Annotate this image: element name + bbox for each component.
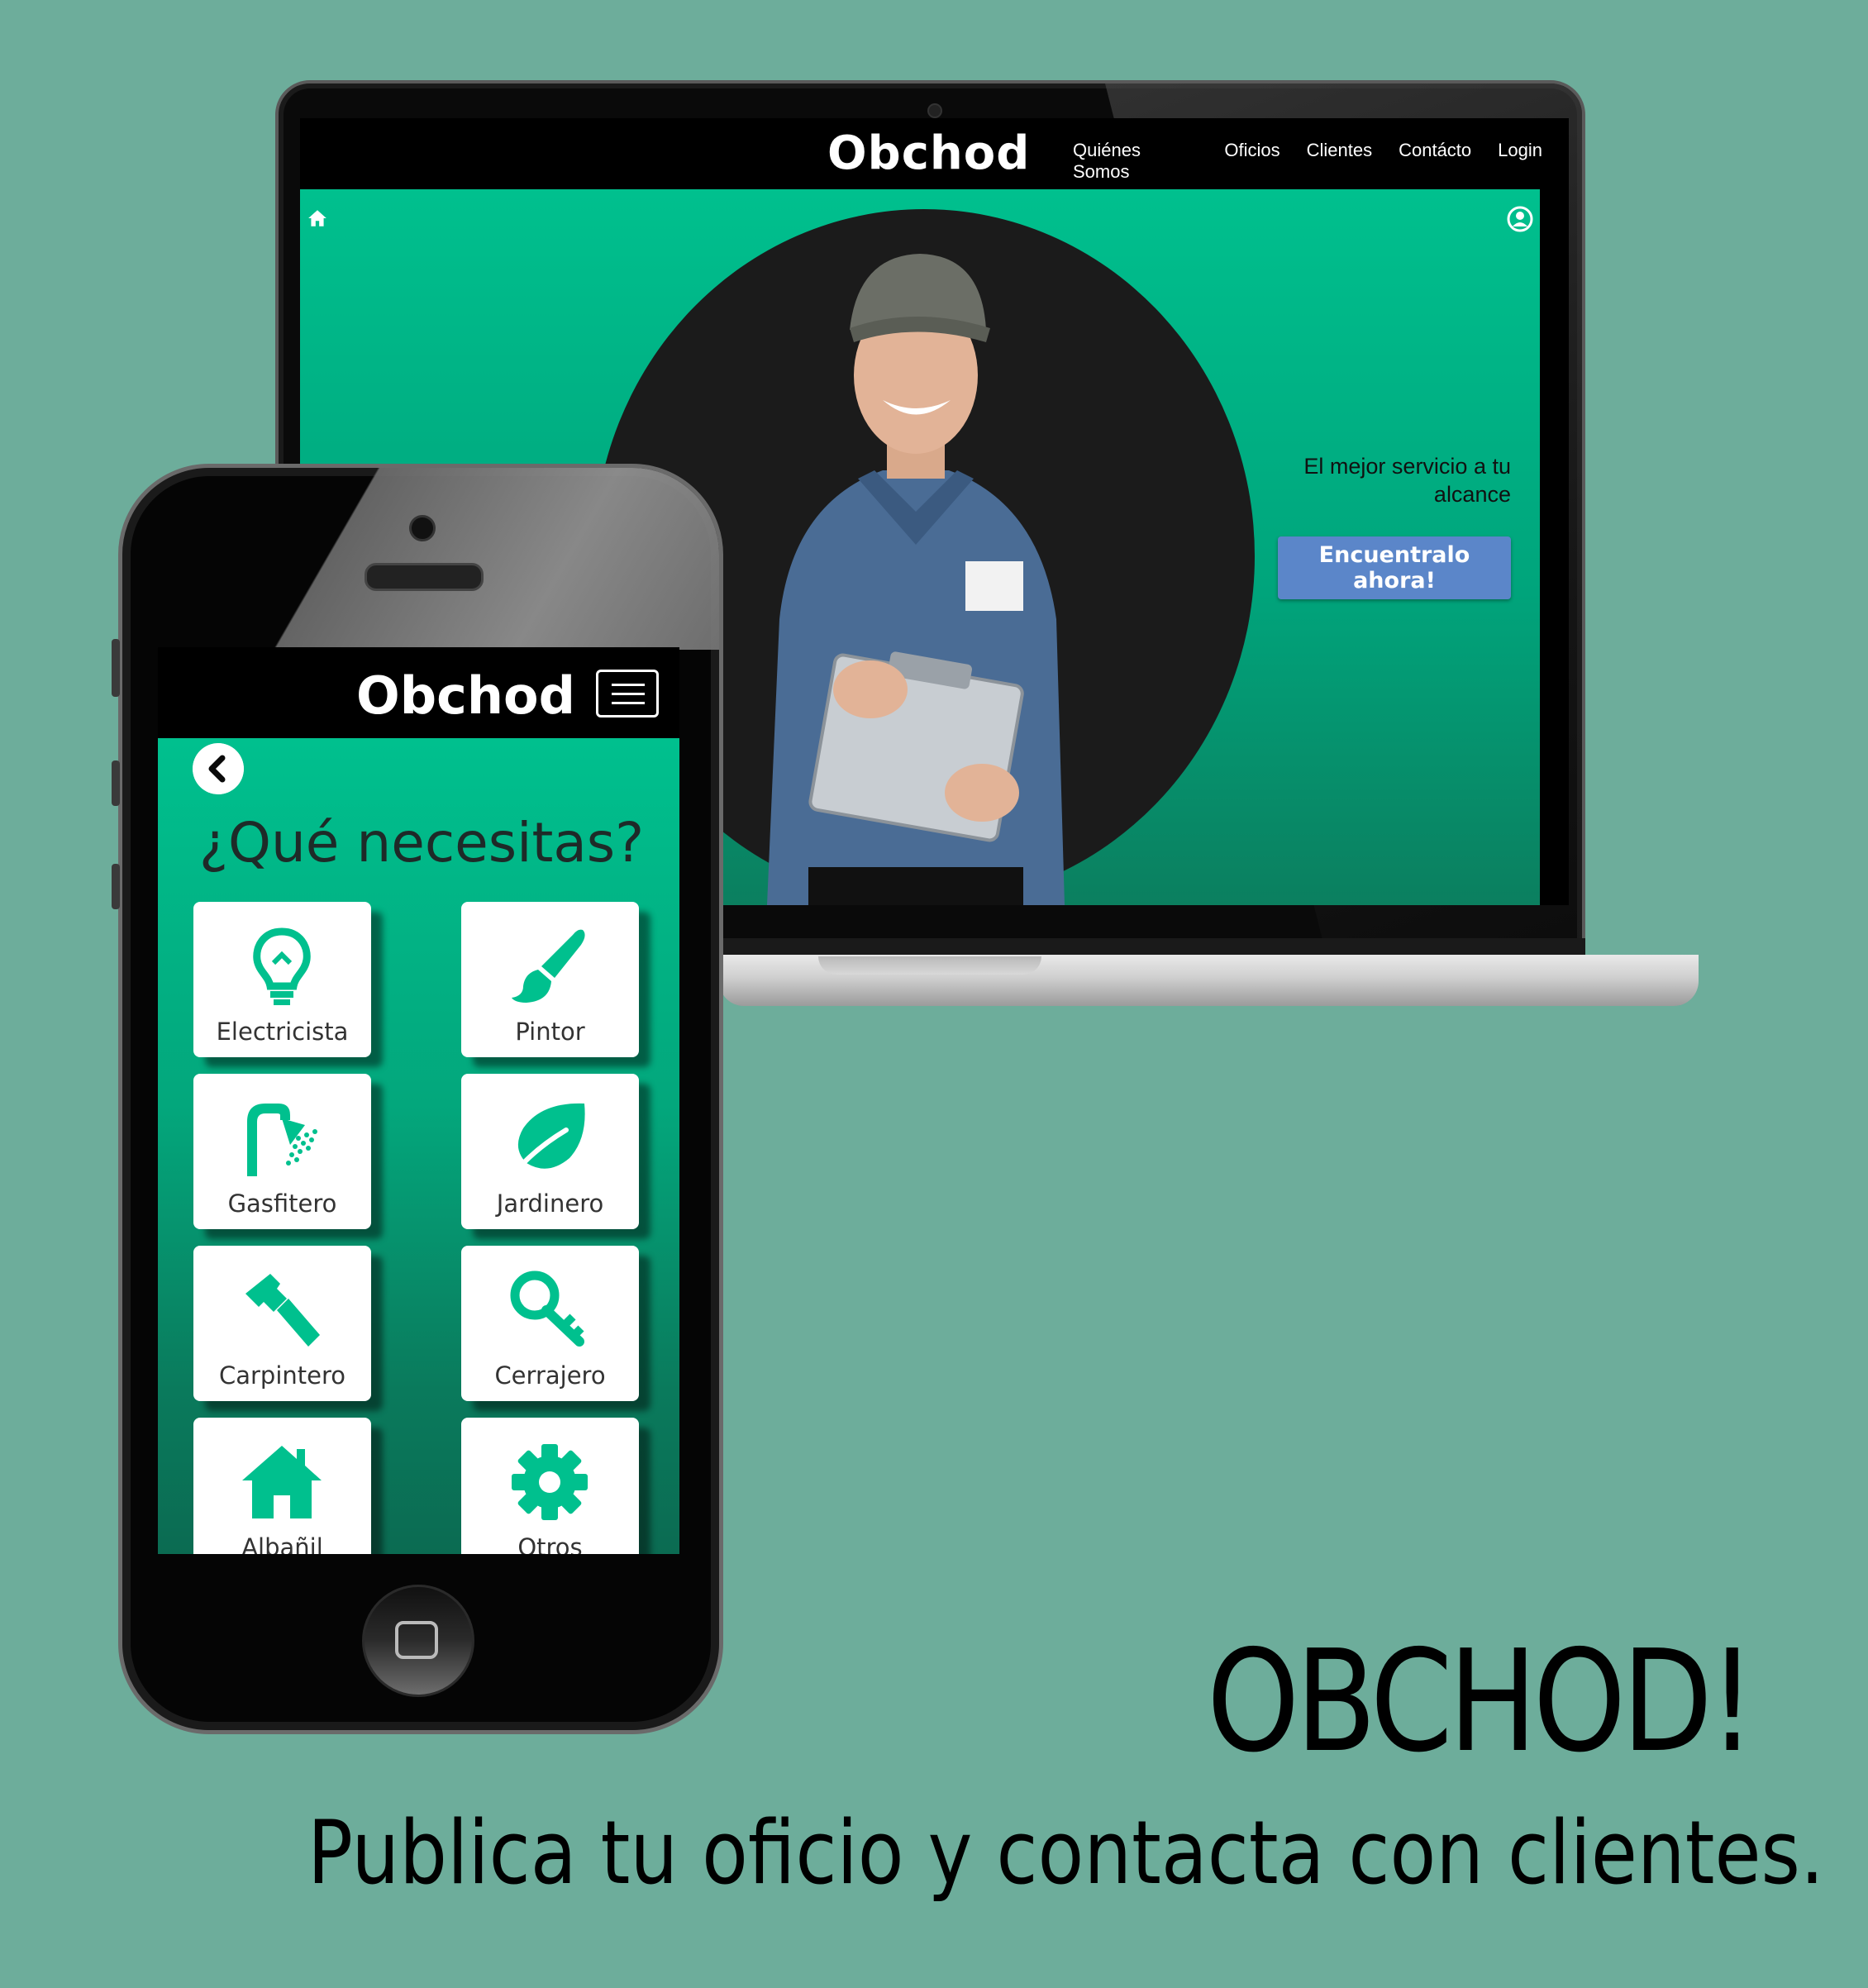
app-header: Obchod: [158, 647, 679, 738]
category-label: Gasfitero: [227, 1189, 337, 1218]
gear-icon: [512, 1444, 588, 1520]
find-now-button[interactable]: Encuentralo ahora!: [1278, 536, 1511, 599]
phone-mute-switch: [112, 639, 120, 697]
app-logo[interactable]: Obchod: [356, 665, 575, 726]
category-label: Carpintero: [218, 1361, 346, 1390]
category-card-electricista[interactable]: Electricista: [193, 902, 371, 1057]
phone-sheen: [122, 468, 719, 650]
category-label: Jardinero: [496, 1189, 604, 1218]
category-label: Albañil: [241, 1533, 323, 1554]
category-card-pintor[interactable]: Pintor: [461, 902, 639, 1057]
back-button[interactable]: [193, 743, 244, 794]
category-card-gasfitero[interactable]: Gasfitero: [193, 1074, 371, 1229]
phone-volume-down: [112, 864, 120, 909]
category-card-albanil[interactable]: Albañil: [193, 1418, 371, 1554]
home-icon[interactable]: [307, 207, 328, 229]
page-title: ¿Qué necesitas?: [199, 811, 645, 875]
phone-camera: [409, 515, 436, 541]
site-nav-links: Quiénes Somos Oficios Clientes Contácto …: [1073, 140, 1569, 183]
paintbrush-icon: [512, 929, 585, 1003]
nav-clientes[interactable]: Clientes: [1307, 140, 1372, 183]
category-label: Cerrajero: [494, 1361, 606, 1390]
category-card-carpintero[interactable]: Carpintero: [193, 1246, 371, 1401]
slogan: Publica tu oficio y contacta con cliente…: [307, 1802, 1824, 1904]
category-label: Pintor: [515, 1018, 585, 1046]
site-logo[interactable]: Obchod: [827, 126, 1029, 180]
app-screen: Obchod ¿Qué necesitas? Electricista Pint…: [158, 647, 679, 1554]
menu-button[interactable]: [596, 670, 659, 717]
phone-speaker: [365, 563, 484, 591]
house-icon: [242, 1446, 322, 1518]
shower-icon: [247, 1104, 317, 1176]
site-navbar: Obchod Quiénes Somos Oficios Clientes Co…: [300, 118, 1569, 189]
laptop-camera: [927, 103, 942, 118]
hero-tagline: El mejor servicio a tu alcance: [1303, 454, 1511, 507]
leaf-icon: [511, 1103, 585, 1177]
category-card-otros[interactable]: Otros: [461, 1418, 639, 1554]
hammer-icon: [245, 1274, 320, 1347]
lightbulb-icon: [253, 927, 311, 1005]
nav-login[interactable]: Login: [1498, 140, 1542, 183]
category-label: Electricista: [216, 1018, 349, 1046]
worker-photo: [767, 254, 1065, 905]
category-card-cerrajero[interactable]: Cerrajero: [461, 1246, 639, 1401]
nav-oficios[interactable]: Oficios: [1224, 140, 1279, 183]
key-icon: [510, 1271, 584, 1347]
category-card-jardinero[interactable]: Jardinero: [461, 1074, 639, 1229]
brand-title: OBCHOD!: [1207, 1620, 1756, 1784]
nav-contacto[interactable]: Contácto: [1399, 140, 1471, 183]
category-label: Otros: [517, 1533, 583, 1554]
nav-quienes-somos[interactable]: Quiénes Somos: [1073, 140, 1198, 183]
laptop-notch: [818, 956, 1041, 975]
home-square-icon: [395, 1621, 438, 1659]
phone-volume-up: [112, 760, 120, 806]
app-body: ¿Qué necesitas? Electricista Pintor Gasf…: [158, 738, 679, 1554]
user-icon[interactable]: [1507, 206, 1533, 232]
